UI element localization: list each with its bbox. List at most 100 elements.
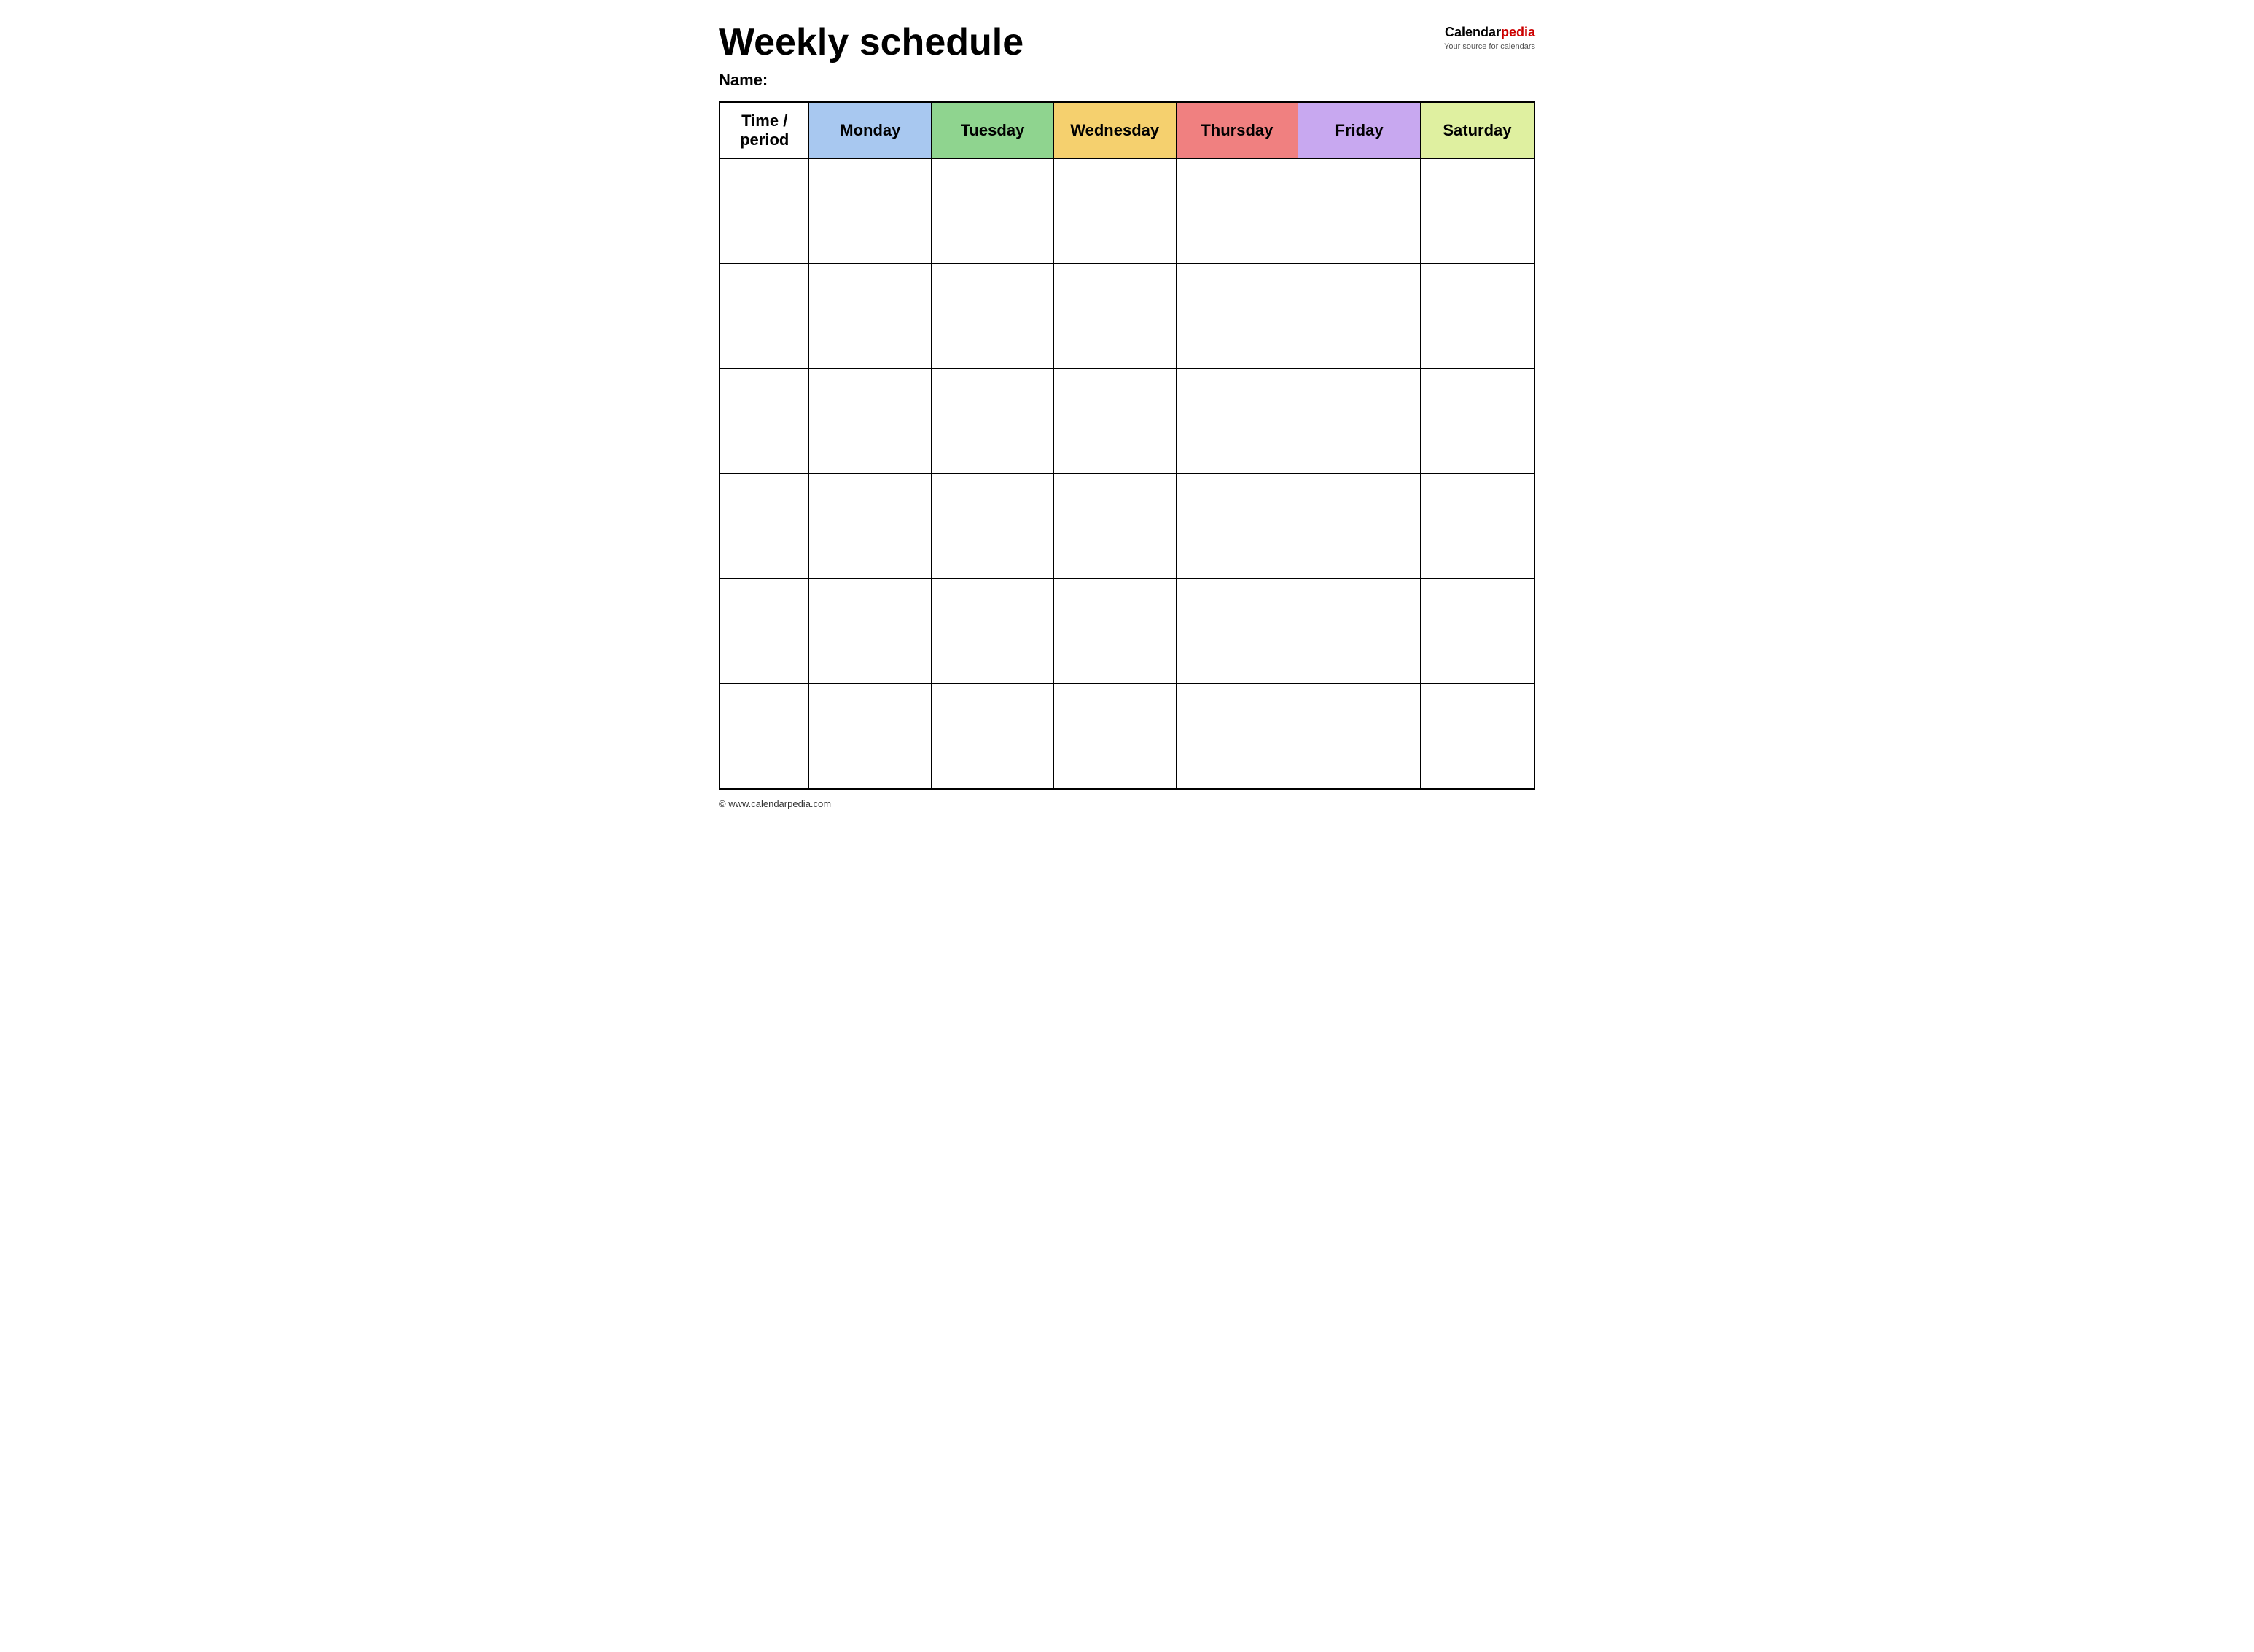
table-cell[interactable]	[720, 369, 809, 421]
col-header-wednesday: Wednesday	[1053, 102, 1176, 159]
table-cell[interactable]	[1298, 369, 1421, 421]
table-cell[interactable]	[720, 421, 809, 474]
table-row	[720, 264, 1534, 316]
table-cell[interactable]	[1176, 421, 1298, 474]
header-row: Time / period Monday Tuesday Wednesday T…	[720, 102, 1534, 159]
table-cell[interactable]	[720, 526, 809, 579]
table-cell[interactable]	[720, 684, 809, 736]
table-cell[interactable]	[1176, 526, 1298, 579]
table-cell[interactable]	[932, 159, 1054, 211]
table-cell[interactable]	[720, 579, 809, 631]
table-cell[interactable]	[720, 631, 809, 684]
table-cell[interactable]	[1176, 316, 1298, 369]
table-row	[720, 631, 1534, 684]
table-cell[interactable]	[1420, 421, 1534, 474]
table-cell[interactable]	[1298, 684, 1421, 736]
table-cell[interactable]	[1298, 316, 1421, 369]
table-cell[interactable]	[809, 316, 932, 369]
title-section: Weekly schedule	[719, 22, 1444, 63]
table-cell[interactable]	[1176, 684, 1298, 736]
col-header-time: Time / period	[720, 102, 809, 159]
table-cell[interactable]	[809, 421, 932, 474]
table-cell[interactable]	[1176, 474, 1298, 526]
table-row	[720, 684, 1534, 736]
table-cell[interactable]	[1298, 474, 1421, 526]
table-cell[interactable]	[720, 211, 809, 264]
table-cell[interactable]	[1298, 736, 1421, 789]
table-cell[interactable]	[720, 474, 809, 526]
table-cell[interactable]	[809, 211, 932, 264]
table-cell[interactable]	[1420, 264, 1534, 316]
table-cell[interactable]	[1176, 631, 1298, 684]
table-cell[interactable]	[809, 526, 932, 579]
table-cell[interactable]	[1298, 211, 1421, 264]
table-cell[interactable]	[1053, 474, 1176, 526]
table-cell[interactable]	[1176, 264, 1298, 316]
table-cell[interactable]	[1053, 684, 1176, 736]
table-cell[interactable]	[1053, 316, 1176, 369]
table-cell[interactable]	[1420, 211, 1534, 264]
table-cell[interactable]	[809, 159, 932, 211]
col-header-thursday: Thursday	[1176, 102, 1298, 159]
table-row	[720, 316, 1534, 369]
table-cell[interactable]	[1053, 631, 1176, 684]
table-cell[interactable]	[1298, 421, 1421, 474]
logo-section: Calendarpedia Your source for calendars	[1444, 22, 1535, 51]
table-cell[interactable]	[932, 526, 1054, 579]
table-cell[interactable]	[1053, 526, 1176, 579]
table-cell[interactable]	[1053, 369, 1176, 421]
table-cell[interactable]	[1176, 579, 1298, 631]
table-cell[interactable]	[720, 736, 809, 789]
table-cell[interactable]	[1176, 159, 1298, 211]
table-cell[interactable]	[1420, 684, 1534, 736]
table-cell[interactable]	[720, 264, 809, 316]
table-cell[interactable]	[1298, 159, 1421, 211]
table-cell[interactable]	[1420, 631, 1534, 684]
table-cell[interactable]	[1053, 421, 1176, 474]
table-cell[interactable]	[1298, 264, 1421, 316]
table-cell[interactable]	[809, 736, 932, 789]
table-cell[interactable]	[1298, 579, 1421, 631]
logo-text: Calendarpedia	[1444, 25, 1535, 41]
table-cell[interactable]	[720, 316, 809, 369]
table-row	[720, 369, 1534, 421]
table-cell[interactable]	[932, 264, 1054, 316]
table-cell[interactable]	[1176, 369, 1298, 421]
table-cell[interactable]	[809, 579, 932, 631]
table-cell[interactable]	[809, 474, 932, 526]
table-cell[interactable]	[932, 474, 1054, 526]
table-cell[interactable]	[932, 631, 1054, 684]
table-cell[interactable]	[1053, 264, 1176, 316]
table-cell[interactable]	[720, 159, 809, 211]
table-cell[interactable]	[1420, 369, 1534, 421]
table-cell[interactable]	[809, 684, 932, 736]
table-cell[interactable]	[932, 211, 1054, 264]
table-cell[interactable]	[1298, 526, 1421, 579]
table-row	[720, 474, 1534, 526]
table-cell[interactable]	[1176, 211, 1298, 264]
table-cell[interactable]	[1053, 579, 1176, 631]
table-cell[interactable]	[1420, 736, 1534, 789]
footer-url: © www.calendarpedia.com	[719, 798, 831, 809]
table-cell[interactable]	[1420, 474, 1534, 526]
table-cell[interactable]	[1053, 736, 1176, 789]
table-cell[interactable]	[1176, 736, 1298, 789]
table-cell[interactable]	[1298, 631, 1421, 684]
table-cell[interactable]	[1420, 316, 1534, 369]
table-cell[interactable]	[932, 736, 1054, 789]
table-cell[interactable]	[1053, 159, 1176, 211]
table-cell[interactable]	[809, 631, 932, 684]
table-cell[interactable]	[932, 579, 1054, 631]
table-cell[interactable]	[932, 316, 1054, 369]
table-cell[interactable]	[1420, 579, 1534, 631]
table-cell[interactable]	[809, 369, 932, 421]
table-cell[interactable]	[809, 264, 932, 316]
table-cell[interactable]	[1053, 211, 1176, 264]
table-row	[720, 736, 1534, 789]
logo-tagline: Your source for calendars	[1444, 42, 1535, 51]
table-cell[interactable]	[932, 684, 1054, 736]
table-cell[interactable]	[1420, 526, 1534, 579]
table-cell[interactable]	[1420, 159, 1534, 211]
table-cell[interactable]	[932, 369, 1054, 421]
table-cell[interactable]	[932, 421, 1054, 474]
